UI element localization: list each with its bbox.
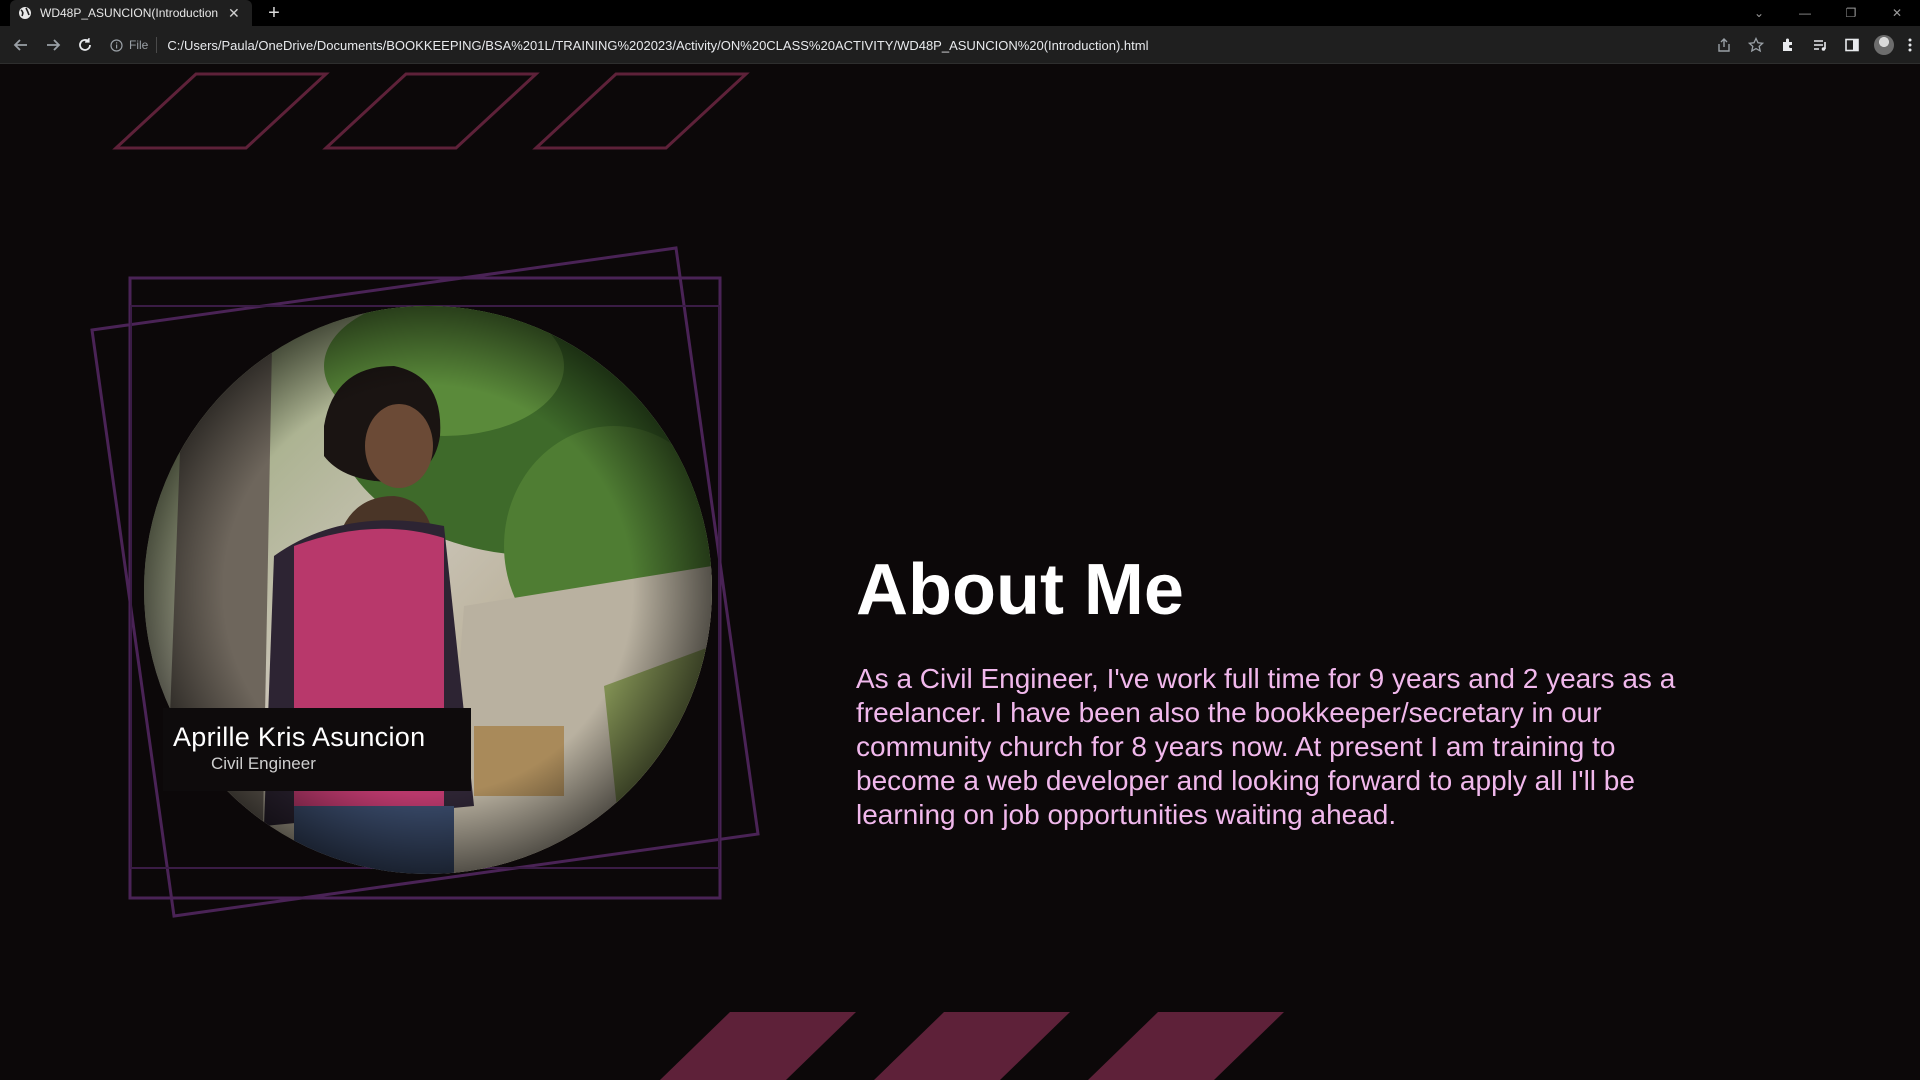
media-queue-icon[interactable]	[1804, 32, 1836, 58]
minimize-icon[interactable]: —	[1782, 0, 1828, 26]
name-card: Aprille Kris Asuncion Civil Engineer	[163, 708, 471, 791]
restore-icon[interactable]: ❐	[1828, 0, 1874, 26]
back-icon[interactable]	[10, 34, 32, 56]
browser-toolbar: File C:/Users/Paula/OneDrive/Documents/B…	[0, 26, 1920, 64]
about-section: About Me As a Civil Engineer, I've work …	[856, 554, 1716, 832]
forward-icon[interactable]	[42, 34, 64, 56]
extensions-icon[interactable]	[1772, 32, 1804, 58]
profile-name: Aprille Kris Asuncion	[173, 722, 426, 752]
about-text: As a Civil Engineer, I've work full time…	[856, 663, 1676, 830]
info-icon	[110, 38, 123, 52]
tab-search-icon[interactable]: ⌄	[1736, 0, 1782, 26]
reload-icon[interactable]	[74, 34, 96, 56]
site-info[interactable]: File	[110, 37, 158, 53]
about-heading: About Me	[856, 550, 1184, 630]
page-viewport: Aprille Kris Asuncion Civil Engineer Abo…	[0, 64, 1920, 1080]
top-parallelograms	[112, 72, 750, 150]
toolbar-actions	[1708, 32, 1920, 58]
globe-icon	[18, 6, 32, 20]
bottom-parallelograms	[660, 1012, 1284, 1080]
close-window-icon[interactable]: ✕	[1874, 0, 1920, 26]
browser-tab[interactable]: WD48P_ASUNCION(Introduction ✕	[10, 0, 252, 26]
menu-kebab-icon[interactable]	[1900, 32, 1920, 58]
profile-avatar[interactable]	[1868, 32, 1900, 58]
file-scheme-label: File	[129, 38, 149, 52]
address-bar[interactable]: File C:/Users/Paula/OneDrive/Documents/B…	[110, 32, 1710, 58]
window-controls: ⌄ — ❐ ✕	[1736, 0, 1920, 26]
close-tab-icon[interactable]: ✕	[228, 6, 240, 20]
new-tab-button[interactable]: +	[262, 0, 286, 26]
tab-title: WD48P_ASUNCION(Introduction	[40, 6, 219, 20]
profile-title: Civil Engineer	[211, 754, 316, 773]
share-icon[interactable]	[1708, 32, 1740, 58]
side-panel-icon[interactable]	[1836, 32, 1868, 58]
bookmark-star-icon[interactable]	[1740, 32, 1772, 58]
url-text[interactable]: C:/Users/Paula/OneDrive/Documents/BOOKKE…	[167, 38, 1148, 53]
tab-strip: WD48P_ASUNCION(Introduction ✕ + ⌄ — ❐ ✕	[0, 0, 1920, 26]
